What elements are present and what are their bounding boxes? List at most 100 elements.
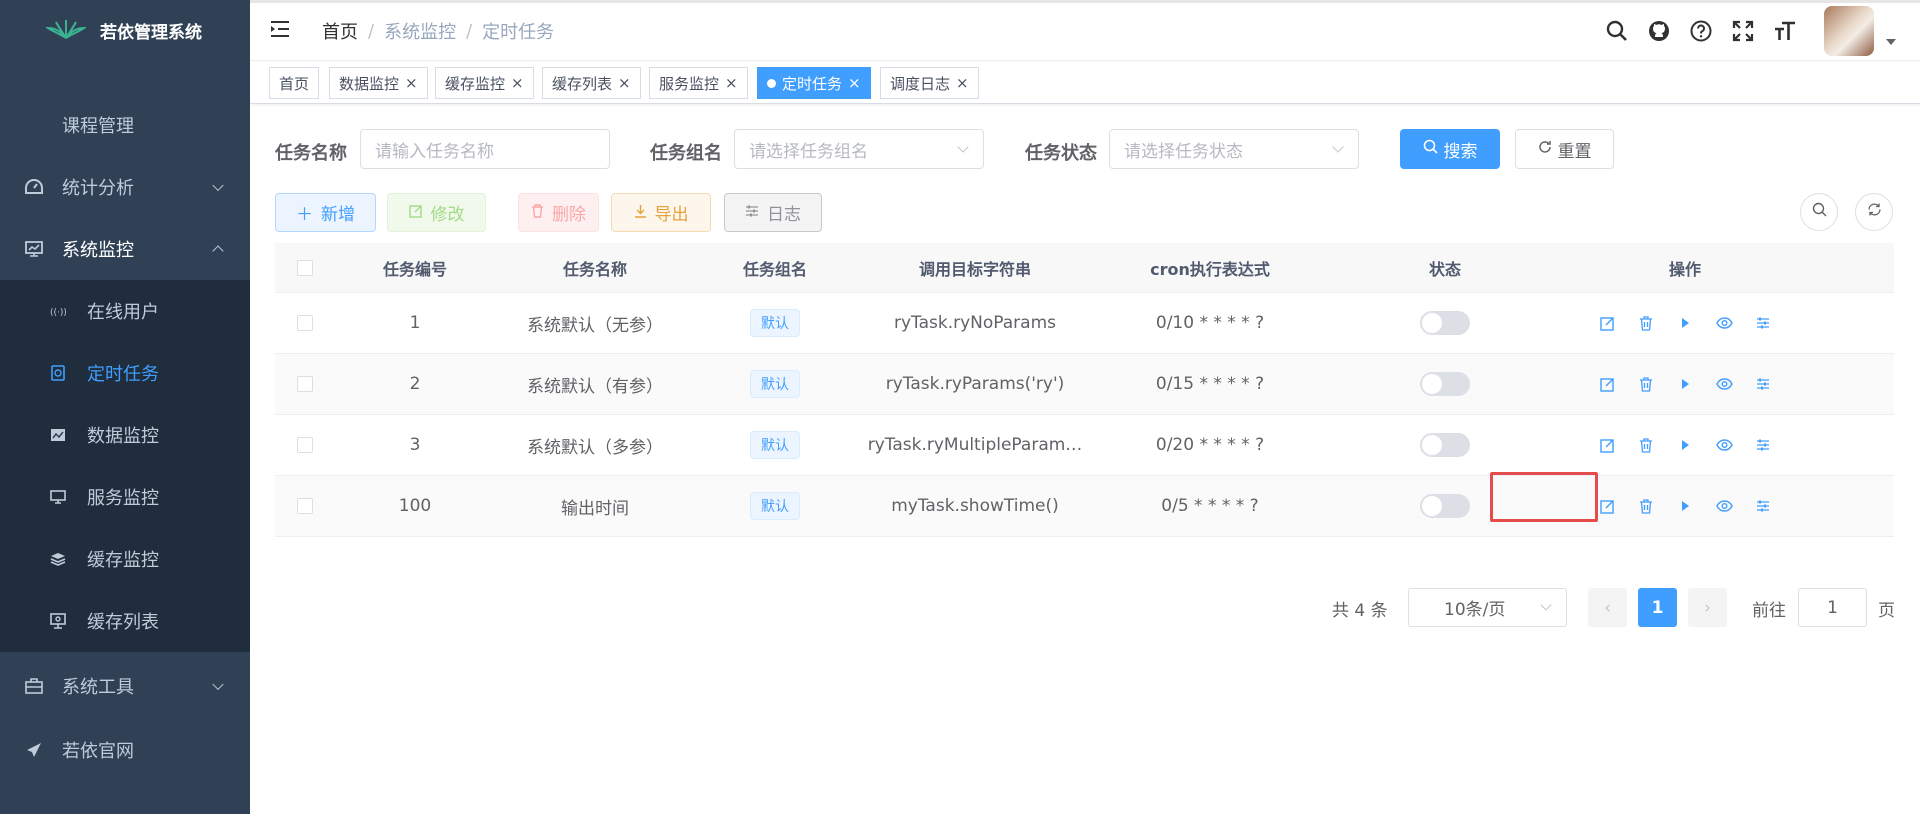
edit-icon[interactable] [1598,436,1616,454]
sliders-icon[interactable] [1754,436,1772,454]
eye-icon[interactable] [1715,314,1733,332]
job-status-select[interactable]: 请选择任务状态 [1109,129,1359,169]
search-button-label: 搜索 [1443,141,1478,162]
sidebar-item-online[interactable]: ((·)) 在线用户 [0,280,250,342]
tag-server[interactable]: 服务监控 × [649,67,748,99]
chevron-down-icon [957,141,969,153]
play-icon[interactable] [1676,375,1694,393]
menu-item-label: 系统监控 [62,240,134,261]
row-checkbox[interactable] [275,415,335,475]
toolbox-icon [24,677,44,694]
eye-icon[interactable] [1715,497,1733,515]
edit-icon[interactable] [1598,375,1616,393]
sliders-icon[interactable] [1754,375,1772,393]
fullscreen-icon[interactable] [1722,0,1764,61]
log-button[interactable]: 日志 [724,193,822,232]
table-row: 3 系统默认（多参） 默认 ryTask.ryMultipleParam… 0/20 *… [275,415,1894,476]
tag-cache[interactable]: 缓存监控 × [435,67,534,99]
breadcrumb-home[interactable]: 首页 [322,18,358,44]
close-icon[interactable]: × [848,74,861,92]
export-button[interactable]: 导出 [611,193,711,232]
close-icon[interactable]: × [618,74,631,92]
sliders-icon[interactable] [1754,314,1772,332]
breadcrumb-monitor: 系统监控 [384,22,457,43]
status-switch[interactable] [1420,433,1470,457]
close-icon[interactable]: × [725,74,738,92]
sidebar-item-label: 数据监控 [87,426,159,447]
toggle-search-button[interactable] [1800,193,1838,231]
sliders-icon[interactable] [1754,497,1772,515]
goto-page-input[interactable]: 1 [1798,588,1867,627]
navbar: 首页 / 系统监控 / 定时任务 [250,0,1920,61]
edit-icon[interactable] [1598,497,1616,515]
hamburger-icon[interactable] [270,19,290,44]
cell-cron: 0/20 * * * * ? [1155,435,1265,455]
goto-page-value: 1 [1827,597,1838,618]
row-checkbox[interactable] [275,476,335,536]
caret-down-icon[interactable] [1886,38,1896,45]
logo-area[interactable]: 若依管理系统 [0,0,250,61]
tag-job-log[interactable]: 调度日志 × [880,67,979,99]
sidebar-item-job[interactable]: 定时任务 [0,342,250,404]
row-checkbox[interactable] [275,293,335,353]
question-icon[interactable] [1680,0,1722,61]
close-icon[interactable]: × [511,74,524,92]
status-switch[interactable] [1420,372,1470,396]
play-icon[interactable] [1676,497,1694,515]
switch-knob [1422,435,1442,455]
reset-button[interactable]: 重置 [1515,129,1614,169]
prev-page-button[interactable]: ‹ [1588,588,1627,627]
close-icon[interactable]: × [405,74,418,92]
github-icon[interactable] [1638,0,1680,61]
tag-home[interactable]: 首页 [269,67,320,99]
eye-icon[interactable] [1715,436,1733,454]
status-switch[interactable] [1420,311,1470,335]
avatar[interactable] [1824,5,1874,56]
refresh-button[interactable] [1855,193,1893,231]
trash-icon[interactable] [1637,375,1655,393]
table-row: 1 系统默认（无参） 默认 ryTask.ryNoParams 0/10 * * * *… [275,293,1894,354]
row-checkbox[interactable] [275,354,335,414]
sidebar-item-redis-list[interactable]: 缓存列表 [0,590,250,652]
close-icon[interactable]: × [956,74,969,92]
play-icon[interactable] [1676,314,1694,332]
delete-button[interactable]: 删除 [518,193,599,232]
next-page-button[interactable]: › [1688,588,1727,627]
job-icon [50,365,66,381]
menu-item-label: 若依官网 [62,741,134,762]
edit-icon[interactable] [1598,314,1616,332]
play-icon[interactable] [1676,436,1694,454]
table-row: 100 输出时间 默认 myTask.showTime() 0/5 * * * * ? [275,476,1894,537]
trash-icon[interactable] [1637,497,1655,515]
cell-status [1325,293,1565,353]
select-all-checkbox[interactable] [275,243,335,292]
table-header: 任务编号 任务名称 任务组名 调用目标字符串 cron执行表达式 状态 操作 [275,243,1894,293]
sidebar-item-redis[interactable]: 缓存监控 [0,528,250,590]
trash-icon[interactable] [1637,436,1655,454]
page-size-select[interactable]: 10条/页 [1408,588,1567,627]
menu-item-tools[interactable]: 系统工具 [0,652,250,719]
add-button[interactable]: ＋ 新增 [275,193,376,232]
status-switch[interactable] [1420,494,1470,518]
page-number-button[interactable]: 1 [1638,588,1677,627]
tag-cache-list[interactable]: 缓存列表 × [542,67,641,99]
breadcrumb-separator: / [368,20,375,42]
menu-item-website[interactable]: 若依官网 [0,719,250,781]
menu-item-monitor[interactable]: 系统监控 [0,218,250,280]
eye-icon[interactable] [1715,375,1733,393]
job-name-input[interactable]: 请输入任务名称 [360,129,610,169]
sidebar-item-server[interactable]: 服务监控 [0,466,250,528]
sidebar-item-druid[interactable]: 数据监控 [0,404,250,466]
redis-list-icon [50,613,66,629]
edit-button[interactable]: 修改 [387,193,486,232]
menu-item-statistics[interactable]: 统计分析 [0,156,250,218]
tag-job[interactable]: 定时任务 × [757,67,871,99]
job-group-select[interactable]: 请选择任务组名 [734,129,984,169]
online-icon: ((·)) [50,305,66,317]
search-icon[interactable] [1596,0,1638,61]
menu-item-course[interactable]: 课程管理 [0,94,250,156]
tag-druid[interactable]: 数据监控 × [329,67,428,99]
trash-icon[interactable] [1637,314,1655,332]
search-button[interactable]: 搜索 [1400,129,1500,169]
font-size-icon[interactable] [1764,0,1806,61]
